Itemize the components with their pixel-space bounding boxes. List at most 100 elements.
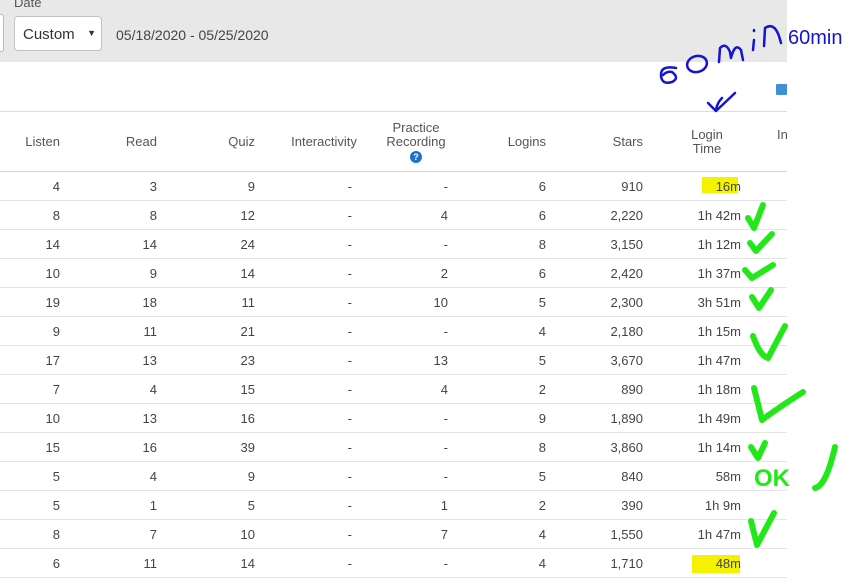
cell-read: 18 [142,295,157,310]
cell-practice: 1 [440,498,448,513]
cell-quiz: 14 [240,266,255,281]
cell-stars: 1,710 [610,556,643,571]
cell-read: 4 [149,469,157,484]
cell-login-time: 58m [715,469,741,484]
table-row[interactable]: 8 8 12 - 4 6 2,220 1h 42m [0,200,787,230]
column-header-login-time-line1: Login [691,127,723,142]
cell-listen: 7 [52,382,60,397]
cell-practice: 10 [433,295,448,310]
cell-read: 4 [149,382,157,397]
cell-practice: - [443,237,448,252]
cell-stars: 2,300 [610,295,643,310]
table-row[interactable]: 17 13 23 - 13 5 3,670 1h 47m [0,345,787,375]
table-row[interactable]: 4 3 9 - - 6 910 16m [0,171,787,201]
previous-filter-select[interactable] [0,14,4,52]
date-range-text: 05/18/2020 - 05/25/2020 [116,27,269,43]
export-icon[interactable] [776,84,787,95]
cell-listen: 19 [45,295,60,310]
cell-stars: 2,180 [610,324,643,339]
date-range-select[interactable]: Custom ▼ [14,16,102,51]
table-row[interactable]: 5 1 5 - 1 2 390 1h 9m [0,490,787,520]
column-header-quiz[interactable]: Quiz [180,135,255,149]
table-row[interactable]: 15 16 39 - - 8 3,860 1h 14m [0,432,787,462]
cell-interactivity: - [347,324,352,339]
cell-login-time: 1h 37m [697,266,741,281]
cell-quiz: 9 [247,179,255,194]
cell-practice: - [443,440,448,455]
cell-interactivity: - [347,179,352,194]
column-header-stars[interactable]: Stars [570,135,643,149]
table-header: Listen Read Quiz Interactivity Practice … [0,111,787,172]
cell-interactivity: - [347,208,352,223]
cell-interactivity: - [347,237,352,252]
column-header-next-partial[interactable]: In [777,128,787,142]
cell-login-time: 1h 18m [697,382,741,397]
cell-listen: 5 [52,498,60,513]
cell-logins: 2 [538,498,546,513]
date-filter-label: Date [14,0,42,10]
cell-practice: 7 [440,527,448,542]
table-row[interactable]: 6 11 14 - - 4 1,710 48m [0,548,787,578]
cell-listen: 10 [45,266,60,281]
cell-listen: 5 [52,469,60,484]
cell-interactivity: - [347,353,352,368]
cell-login-time: 1h 42m [697,208,741,223]
cell-interactivity: - [347,411,352,426]
column-header-interactivity[interactable]: Interactivity [276,135,372,149]
cell-logins: 9 [538,411,546,426]
table-row[interactable]: 7 4 15 - 4 2 890 1h 18m [0,374,787,404]
cell-logins: 2 [538,382,546,397]
cell-logins: 4 [538,527,546,542]
cell-read: 16 [142,440,157,455]
table-row[interactable]: 5 4 9 - - 5 840 58m [0,461,787,491]
table-row[interactable]: 9 11 21 - - 4 2,180 1h 15m [0,316,787,346]
cell-read: 14 [142,237,157,252]
cell-listen: 17 [45,353,60,368]
cell-logins: 8 [538,237,546,252]
cell-quiz: 23 [240,353,255,368]
cell-logins: 4 [538,324,546,339]
cell-stars: 2,220 [610,208,643,223]
cell-interactivity: - [347,469,352,484]
column-header-login-time[interactable]: Login Time [676,128,738,156]
cell-logins: 8 [538,440,546,455]
cell-stars: 390 [621,498,643,513]
cell-practice: 4 [440,208,448,223]
cell-quiz: 16 [240,411,255,426]
cell-quiz: 15 [240,382,255,397]
cell-read: 3 [149,179,157,194]
table-row[interactable]: 10 13 16 - - 9 1,890 1h 49m [0,403,787,433]
cell-quiz: 24 [240,237,255,252]
column-header-practice-recording[interactable]: Practice Recording [380,121,452,149]
column-header-practice-line1: Practice [392,120,440,135]
cell-quiz: 9 [247,469,255,484]
cell-listen: 4 [52,179,60,194]
cell-practice: - [443,556,448,571]
cell-listen: 14 [45,237,60,252]
cell-logins: 5 [538,295,546,310]
cell-read: 11 [143,324,158,339]
cell-login-time: 1h 12m [697,237,741,252]
table-row[interactable]: 19 18 11 - 10 5 2,300 3h 51m [0,287,787,317]
cell-logins: 6 [538,208,546,223]
cell-login-time: 1h 14m [697,440,741,455]
table-row[interactable]: 14 14 24 - - 8 3,150 1h 12m [0,229,787,259]
cell-practice: - [443,411,448,426]
column-header-listen[interactable]: Listen [0,135,60,149]
table-row[interactable]: 10 9 14 - 2 6 2,420 1h 37m [0,258,787,288]
question-circle-icon[interactable]: ? [410,151,422,163]
cell-login-time: 1h 47m [697,353,741,368]
cell-practice: - [443,469,448,484]
column-header-logins[interactable]: Logins [480,135,546,149]
cell-read: 1 [149,498,157,513]
cell-login-time: 1h 15m [697,324,741,339]
column-header-read[interactable]: Read [80,135,157,149]
cell-stars: 3,670 [610,353,643,368]
table-row[interactable]: 8 7 10 - 7 4 1,550 1h 47m [0,519,787,549]
cell-logins: 5 [538,469,546,484]
cell-listen: 10 [45,411,60,426]
cell-stars: 910 [621,179,643,194]
checkmark-icon [812,444,838,491]
cell-logins: 4 [538,556,546,571]
cell-quiz: 39 [240,440,255,455]
